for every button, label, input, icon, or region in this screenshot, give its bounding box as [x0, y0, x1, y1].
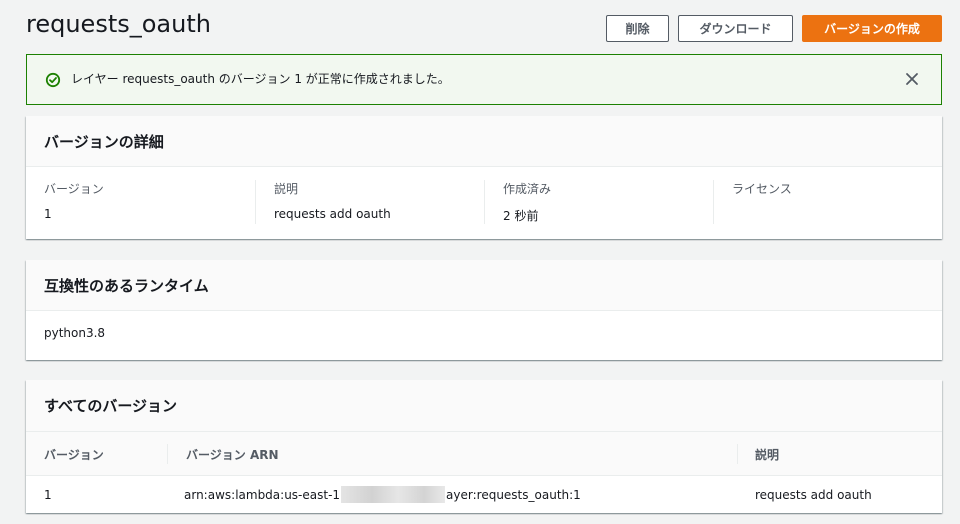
panel-header: すべてのバージョン — [26, 380, 942, 432]
download-button[interactable]: ダウンロード — [678, 15, 793, 42]
detail-value: 1 — [44, 207, 52, 221]
row-arn: arn:aws:lambda:us-east-1 ayer:requests_oa… — [184, 476, 581, 513]
column-header-description[interactable]: 説明 — [755, 432, 779, 476]
detail-license: ライセンス — [713, 180, 942, 224]
detail-version: バージョン 1 — [44, 180, 256, 224]
column-divider — [737, 444, 738, 464]
arn-suffix: ayer:requests_oauth:1 — [446, 487, 581, 502]
compatible-runtimes-title: 互換性のあるランタイム — [44, 276, 209, 295]
column-divider — [167, 444, 168, 464]
version-details-title: バージョンの詳細 — [44, 132, 164, 151]
table-header: バージョン バージョン ARN 説明 — [26, 432, 942, 476]
runtime-value: python3.8 — [44, 326, 106, 340]
redacted-block — [341, 486, 446, 503]
all-versions-panel: すべてのバージョン バージョン バージョン ARN 説明 1 arn:aws:l… — [26, 380, 942, 513]
detail-value: requests add oauth — [274, 207, 391, 221]
panel-header: 互換性のあるランタイム — [26, 260, 942, 311]
compatible-runtimes-panel: 互換性のあるランタイム python3.8 — [26, 260, 942, 360]
column-header-version[interactable]: バージョン — [44, 432, 104, 476]
table-row: 1 arn:aws:lambda:us-east-1 ayer:requests_… — [26, 476, 942, 513]
detail-created: 作成済み 2 秒前 — [484, 180, 713, 224]
detail-label: 説明 — [274, 182, 299, 196]
close-icon[interactable] — [903, 70, 921, 88]
version-details-panel: バージョンの詳細 バージョン 1 説明 requests add oauth 作… — [26, 116, 942, 239]
details-grid: バージョン 1 説明 requests add oauth 作成済み 2 秒前 … — [26, 167, 942, 239]
page-header: requests_oauth 削除 ダウンロード バージョンの作成 — [26, 0, 942, 52]
detail-value: 2 秒前 — [503, 209, 539, 223]
all-versions-title: すべてのバージョン — [44, 397, 178, 415]
panel-header: バージョンの詳細 — [26, 116, 942, 167]
check-circle-icon — [44, 71, 62, 89]
row-description: requests add oauth — [755, 487, 872, 502]
column-header-arn[interactable]: バージョン ARN — [186, 432, 279, 476]
create-version-button[interactable]: バージョンの作成 — [802, 15, 942, 42]
detail-description: 説明 requests add oauth — [255, 180, 485, 224]
detail-label: ライセンス — [732, 182, 792, 196]
detail-label: 作成済み — [503, 182, 552, 196]
delete-button[interactable]: 削除 — [606, 15, 669, 42]
arn-prefix: arn:aws:lambda:us-east-1 — [184, 487, 341, 502]
row-version[interactable]: 1 — [44, 476, 52, 513]
page-title: requests_oauth — [26, 10, 211, 38]
success-flashbar: レイヤー requests_oauth のバージョン 1 が正常に作成されました… — [26, 54, 942, 105]
detail-label: バージョン — [44, 182, 104, 196]
flash-message: レイヤー requests_oauth のバージョン 1 が正常に作成されました… — [71, 72, 450, 86]
